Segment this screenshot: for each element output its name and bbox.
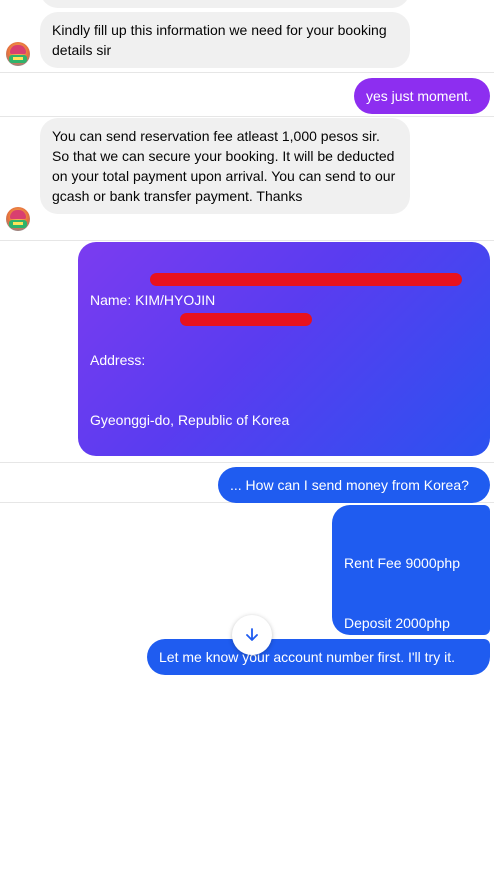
delivery-fee: Delivery Fee 350php: [344, 675, 474, 691]
fees-message[interactable]: Rent Fee 9000php Deposit 2000php Deliver…: [332, 505, 490, 871]
contact-redaction: [180, 313, 312, 326]
total-fee: Total 11350php: [344, 795, 443, 811]
outgoing-message[interactable]: ... How can I send money from Korea?: [218, 467, 490, 503]
booking-address-line: Address:: [90, 352, 146, 368]
ok-question: ok?: [344, 855, 367, 871]
outgoing-message[interactable]: yes just moment.: [354, 78, 490, 114]
booking-region-line: Gyeonggi-do, Republic of Korea: [90, 412, 290, 428]
resort-avatar[interactable]: [6, 42, 30, 66]
address-redaction: [150, 273, 462, 286]
booking-days-line: No. of days : 5 days.: [90, 832, 218, 848]
resort-avatar[interactable]: [6, 207, 30, 231]
incoming-message[interactable]: Kindly fill up this information we need …: [40, 12, 410, 68]
rent-fee: Rent Fee 9000php: [344, 555, 460, 571]
booking-passengers-line: No.of Passengers : 5 (Adult 2 , Kids 3): [90, 772, 329, 788]
divider: [0, 72, 494, 73]
booking-name-line: Name: KIM/HYOJIN: [90, 292, 216, 308]
scroll-down-button[interactable]: [232, 615, 272, 655]
deposit-fee: Deposit 2000php: [344, 615, 450, 631]
previous-message-edge: [40, 0, 410, 8]
booking-pickup-line: Pick up Time: June 21 2025 (Siquijor Por…: [90, 712, 408, 728]
outgoing-message[interactable]: Let me know your account number first. I…: [147, 639, 490, 675]
arrow-down-icon: [246, 628, 258, 641]
divider: [0, 240, 494, 241]
divider: [0, 116, 494, 117]
incoming-message[interactable]: You can send reservation fee atleast 1,0…: [40, 118, 410, 214]
